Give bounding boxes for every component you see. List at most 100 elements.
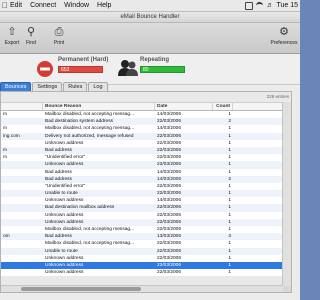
cell-address <box>1 190 43 197</box>
clock[interactable]: Tue 15 <box>276 2 298 9</box>
menu-bar:  Edit Connect Window Help ♬ Tue 15 <box>0 0 300 12</box>
cell-address <box>1 183 43 190</box>
table-row[interactable]: Unknown address 22/03/2006 1 <box>1 211 291 219</box>
menu-window[interactable]: Window <box>64 2 89 9</box>
cell-reason: Unknown address <box>45 212 84 218</box>
horizontal-scrollbar[interactable] <box>1 285 283 292</box>
table-row[interactable]: ing.com Delivery not authorized, message … <box>1 132 291 140</box>
menu-edit[interactable]: Edit <box>10 2 22 9</box>
column-header-reason[interactable]: Bounce Reason <box>43 103 155 110</box>
print-button[interactable]: ⎙ Print <box>49 26 69 46</box>
cell-date: 22/03/2006 <box>157 183 182 189</box>
column-header-date[interactable]: Date <box>155 103 213 110</box>
cell-date: 22/03/2006 <box>157 227 182 232</box>
repeating-users-icon <box>118 60 138 76</box>
cell-address <box>1 176 43 183</box>
table-row[interactable]: "Unidentified error" 22/03/2006 1 <box>1 182 291 191</box>
cell-date: 14/03/2006 <box>157 176 182 182</box>
cell-reason: Mailbox disabled, not accepting messag..… <box>45 241 135 247</box>
cell-count: 1 <box>228 112 231 117</box>
menu-help[interactable]: Help <box>97 2 111 9</box>
preferences-button[interactable]: ⚙ Preferences <box>270 26 298 46</box>
cell-count: 1 <box>228 147 231 153</box>
permanent-bar: 653 <box>58 66 103 73</box>
menu-connect[interactable]: Connect <box>30 2 56 9</box>
table-row[interactable]: Unknown address 22/03/2006 1 <box>1 161 291 169</box>
vertical-scrollbar[interactable] <box>282 102 291 292</box>
resize-corner[interactable] <box>283 286 291 292</box>
cell-count: 1 <box>228 140 231 146</box>
cell-reason: Unknown address <box>45 219 84 225</box>
cell-count: 1 <box>228 126 231 132</box>
tab-bar: Bounces Settings Rules Log <box>0 82 109 91</box>
tab-bounces[interactable]: Bounces <box>0 82 32 91</box>
column-header-count[interactable]: Count <box>213 103 233 110</box>
find-button[interactable]: ⚲ Find <box>21 26 41 46</box>
cell-date: 22/03/2006 <box>157 219 182 225</box>
window-title: eMail Bounce Handler <box>120 14 180 20</box>
cell-date: 22/03/2006 <box>157 191 182 197</box>
table-row[interactable]: Bad address 14/03/2006 2 <box>1 175 291 183</box>
cell-date: 14/03/2006 <box>157 198 182 204</box>
cell-reason: Unable to route <box>45 191 78 197</box>
table-row[interactable]: Unknown address 22/03/2006 1 <box>1 269 291 277</box>
bounces-panel: 228 entries Bounce Reason Date Count m Ma… <box>0 91 292 293</box>
table-row[interactable]: Mailbox disabled, not accepting messag..… <box>1 226 291 234</box>
cell-address <box>1 169 43 176</box>
cell-count: 1 <box>228 227 231 232</box>
table-row[interactable]: m Mailbox disabled, not accepting messag.… <box>1 111 291 119</box>
scroll-thumb[interactable] <box>21 287 141 291</box>
table-row[interactable]: Unknown address 22/03/2006 1 <box>1 261 291 270</box>
cell-count: 1 <box>228 133 231 139</box>
export-label: Export <box>4 40 20 46</box>
cell-count: 1 <box>228 169 231 175</box>
cell-date: 22/03/2006 <box>157 119 182 125</box>
cell-date: 14/03/2006 <box>157 126 182 132</box>
cell-reason: Delivery not authorized, message refused <box>45 133 134 139</box>
cell-address <box>1 269 43 276</box>
cell-date: 13/03/2006 <box>157 234 182 240</box>
wifi-icon[interactable] <box>256 2 264 9</box>
column-header-address[interactable] <box>1 103 43 110</box>
cell-reason: "Unidentified error" <box>45 183 86 189</box>
table-row[interactable]: Unknown address 22/03/2006 1 <box>1 139 291 147</box>
table-header: Bounce Reason Date Count <box>1 102 291 111</box>
cell-reason: Unknown address <box>45 262 84 268</box>
cell-date: 22/03/2006 <box>157 162 182 168</box>
tab-rules[interactable]: Rules <box>63 82 88 91</box>
tab-settings[interactable]: Settings <box>32 82 63 91</box>
table-row[interactable]: Unable to route 22/03/2006 1 <box>1 247 291 255</box>
tray-icon[interactable] <box>245 1 254 10</box>
repeating-bar: 80 <box>140 66 185 73</box>
cell-count: 2 <box>228 176 231 182</box>
table-row[interactable]: Unknown address 14/03/2006 1 <box>1 197 291 205</box>
table-row[interactable]: om Bad address 13/03/2006 3 <box>1 233 291 241</box>
permanent-bounce-icon <box>37 61 53 77</box>
cell-address <box>1 118 43 125</box>
export-button[interactable]: ⇧ Export <box>2 26 22 46</box>
table-row[interactable]: Unable to route 22/03/2006 1 <box>1 190 291 198</box>
repeating-value: 80 <box>143 67 149 73</box>
toolbar: ⇧ Export ⚲ Find ⎙ Print ⚙ Preferences <box>0 23 300 54</box>
menu-extras: ♬ Tue 15 <box>245 0 298 11</box>
table-row[interactable]: m Mailbox disabled, not accepting messag.… <box>1 125 291 133</box>
cell-count: 3 <box>228 234 231 240</box>
table-row[interactable]: Bad destination mailbox address 22/03/200… <box>1 204 291 212</box>
cell-address: m <box>3 147 7 153</box>
table-row[interactable]: Bad destination system address 22/03/2006… <box>1 118 291 126</box>
volume-icon[interactable]: ♬ <box>266 2 273 9</box>
apple-menu-icon[interactable]:  <box>0 1 10 10</box>
table-row[interactable]: Mailbox disabled, not accepting messag..… <box>1 240 291 248</box>
table-row[interactable]: Bad address 14/03/2006 1 <box>1 168 291 176</box>
cell-address: ing.com <box>3 133 20 139</box>
table-row[interactable]: m "Unidentified error" 22/03/2006 1 <box>1 154 291 162</box>
table-row[interactable]: Unknown address 22/03/2006 1 <box>1 218 291 226</box>
cell-date: 22/03/2006 <box>157 255 182 261</box>
export-icon: ⇧ <box>7 26 17 38</box>
table-row[interactable]: Unknown address 22/03/2006 1 <box>1 254 291 262</box>
cell-address <box>1 219 43 226</box>
cell-address: m <box>3 112 7 117</box>
cell-address <box>1 226 43 233</box>
table-row[interactable]: m Bad address 22/03/2006 1 <box>1 146 291 155</box>
tab-log[interactable]: Log <box>88 82 108 91</box>
